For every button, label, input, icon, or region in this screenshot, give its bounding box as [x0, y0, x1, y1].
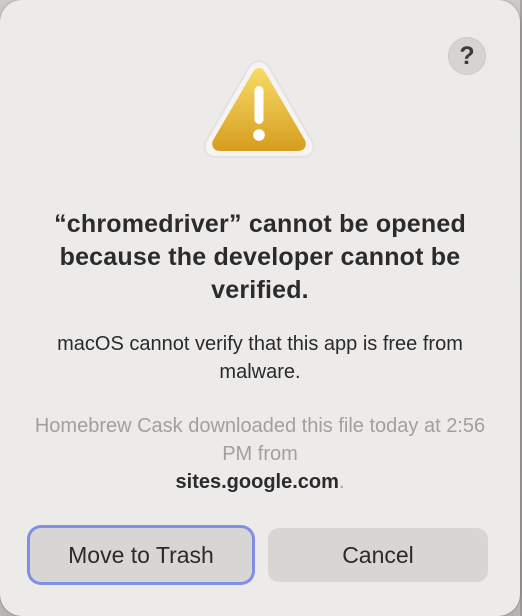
- dialog-message: macOS cannot verify that this app is fre…: [57, 333, 463, 383]
- help-button[interactable]: ?: [448, 37, 486, 75]
- warning-icon: [198, 56, 320, 164]
- dialog-title: “chromedriver” cannot be opened because …: [54, 210, 466, 304]
- cancel-button[interactable]: Cancel: [268, 528, 488, 582]
- download-info: Homebrew Cask downloaded this file today…: [30, 412, 490, 496]
- security-alert-dialog: ? “chromedriver” cannot be opened becaus…: [0, 0, 520, 616]
- download-site-link: sites.google.com: [175, 471, 339, 493]
- move-to-trash-button[interactable]: Move to Trash: [30, 528, 252, 582]
- download-info-suffix: .: [338, 471, 345, 493]
- download-info-prefix: Homebrew Cask downloaded this file today…: [34, 415, 486, 465]
